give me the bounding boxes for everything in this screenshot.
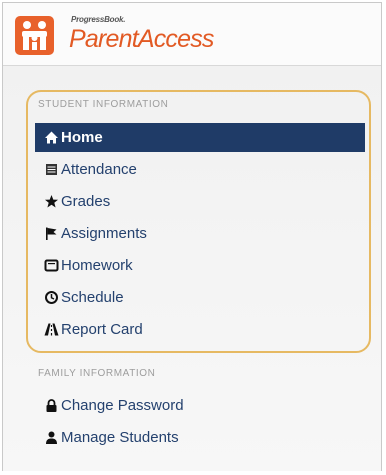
app-header: ProgressBook. ParentAccess xyxy=(3,3,381,66)
home-icon xyxy=(45,131,58,144)
nav-item-label: Assignments xyxy=(61,225,147,242)
nav-item-homework[interactable]: Homework xyxy=(35,251,365,280)
road-icon xyxy=(44,323,59,336)
nav-item-label: Report Card xyxy=(61,321,143,338)
sidebar-nav: STUDENT INFORMATION Home Attendance Grad… xyxy=(3,66,381,471)
nav-item-label: Manage Students xyxy=(61,429,179,446)
student-section-label: STUDENT INFORMATION xyxy=(38,99,169,110)
nav-item-label: Change Password xyxy=(61,397,184,414)
nav-item-grades[interactable]: Grades xyxy=(35,187,365,216)
family-section-label: FAMILY INFORMATION xyxy=(38,368,156,379)
nav-item-home[interactable]: Home xyxy=(35,123,365,152)
list-icon xyxy=(46,164,57,175)
nav-item-assignments[interactable]: Assignments xyxy=(35,219,365,248)
brand-small-text: ProgressBook. xyxy=(71,15,126,24)
book-icon xyxy=(44,259,59,272)
brand-title: ParentAccess xyxy=(69,25,214,53)
nav-item-label: Schedule xyxy=(61,289,124,306)
sidebar-panel: ProgressBook. ParentAccess STUDENT INFOR… xyxy=(2,2,382,471)
nav-item-report-card[interactable]: Report Card xyxy=(35,315,365,344)
user-icon xyxy=(46,431,57,444)
nav-item-manage-students[interactable]: Manage Students xyxy=(35,423,365,452)
star-icon xyxy=(45,195,58,208)
nav-item-label: Grades xyxy=(61,193,111,210)
lock-icon xyxy=(46,399,57,412)
nav-item-change-password[interactable]: Change Password xyxy=(35,391,365,420)
nav-item-attendance[interactable]: Attendance xyxy=(35,155,365,184)
nav-item-label: Attendance xyxy=(61,161,137,178)
flag-icon xyxy=(46,227,57,240)
clock-icon xyxy=(45,291,58,304)
nav-item-label: Homework xyxy=(61,257,133,274)
family-logo-icon xyxy=(15,16,54,55)
nav-item-label: Home xyxy=(61,129,103,146)
nav-item-schedule[interactable]: Schedule xyxy=(35,283,365,312)
